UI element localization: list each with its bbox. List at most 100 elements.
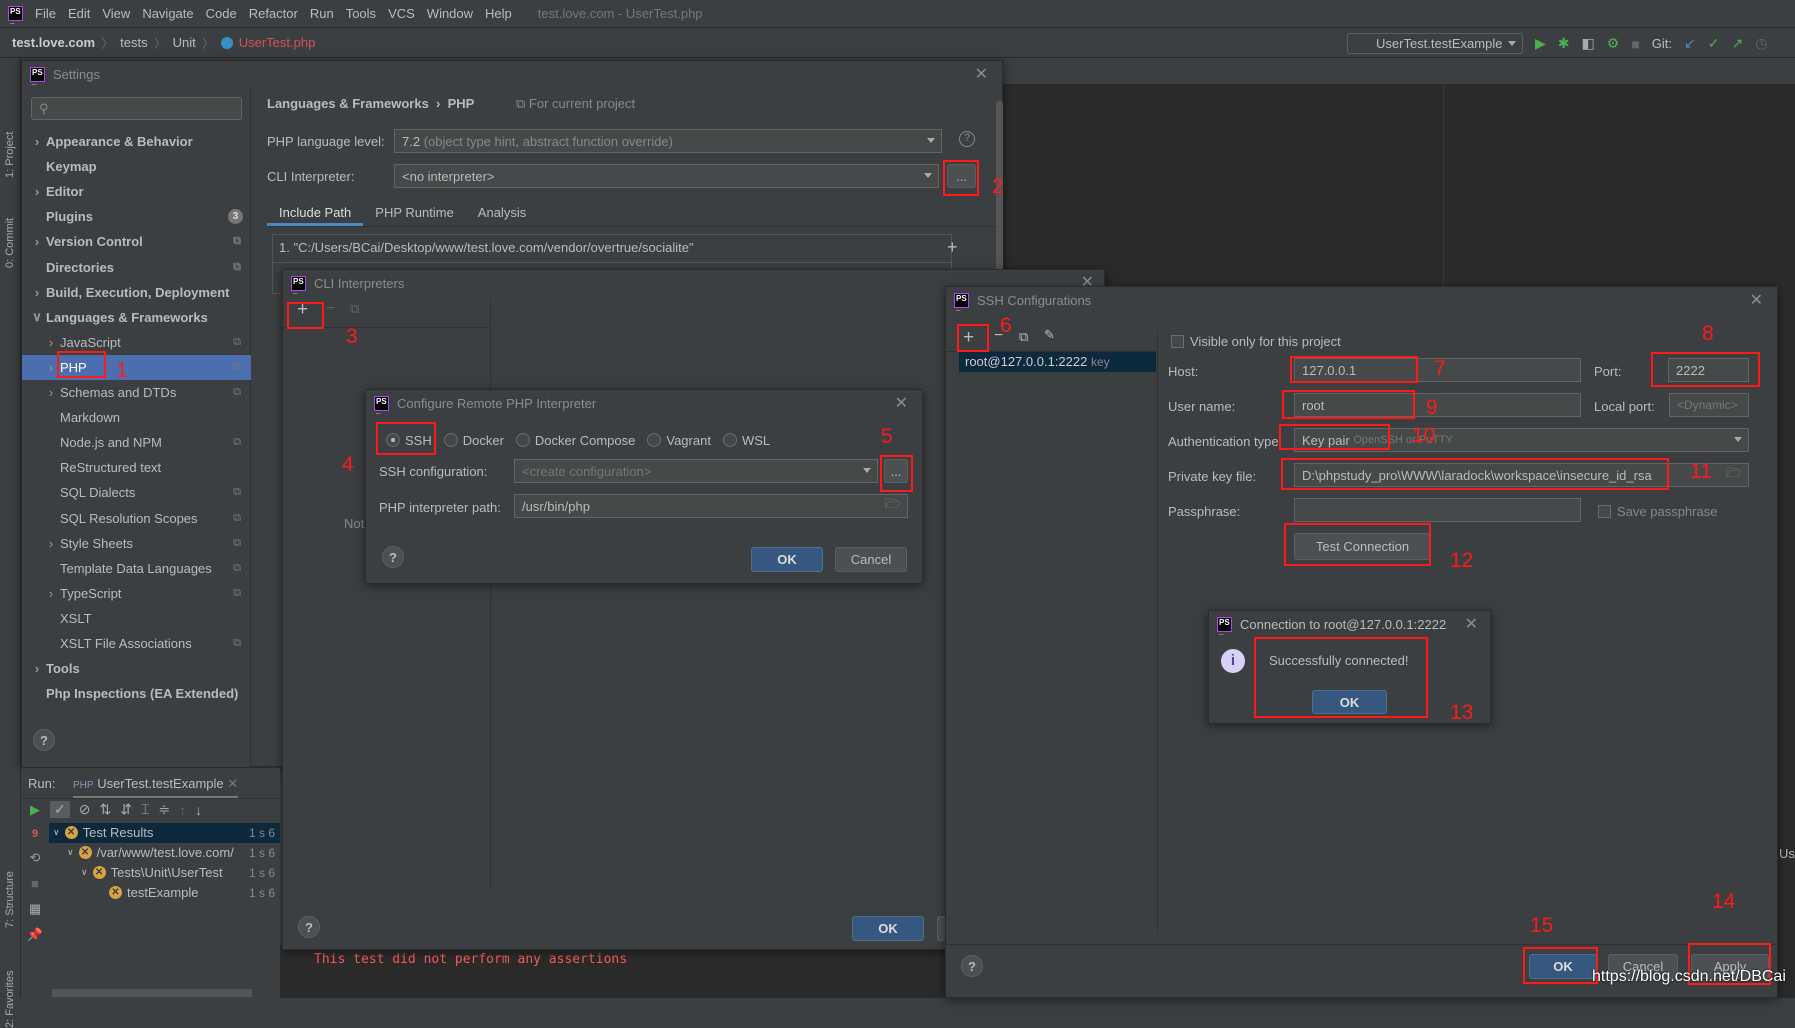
radio-wsl[interactable]: WSL (722, 433, 770, 448)
breadcrumb-unit[interactable]: Unit (173, 35, 196, 50)
php-interpreter-path-input[interactable]: /usr/bin/php 🗁 (514, 494, 908, 518)
tab-include-path[interactable]: Include Path (267, 201, 364, 226)
ssh-configuration-select[interactable]: <create configuration> (514, 459, 878, 483)
menu-refactor[interactable]: Refactor (249, 6, 298, 21)
save-passphrase-checkbox[interactable]: Save passphrase (1598, 504, 1717, 519)
pin-icon[interactable]: 📌 (27, 927, 43, 943)
php-language-level-select[interactable]: 7.2 (object type hint, abstract function… (394, 129, 942, 153)
sidebar-item-php-inspections-ea-extended-[interactable]: Php Inspections (EA Extended) (22, 681, 251, 706)
sidebar-item-xslt[interactable]: XSLT (22, 606, 251, 631)
sidebar-item-sql-dialects[interactable]: SQL Dialects ⧉ (22, 480, 251, 505)
sidebar-item-editor[interactable]: › Editor (22, 179, 251, 204)
sidebar-item-sql-resolution-scopes[interactable]: SQL Resolution Scopes ⧉ (22, 506, 251, 531)
tree-row[interactable]: ✕ testExample (109, 885, 199, 900)
help-button[interactable]: ? (33, 729, 55, 751)
menu-help[interactable]: Help (485, 6, 512, 21)
sidebar-item-restructured-text[interactable]: ReStructured text (22, 455, 251, 480)
menu-file[interactable]: File (35, 6, 56, 21)
debug-icon[interactable]: ✱ (1558, 35, 1570, 52)
help-icon[interactable]: ? (959, 131, 975, 147)
add-path-icon[interactable]: + (947, 237, 958, 258)
menu-vcs[interactable]: VCS (388, 6, 415, 21)
sidebar-item-node-js-and-npm[interactable]: Node.js and NPM ⧉ (22, 430, 251, 455)
layout-icon[interactable]: ▦ (29, 901, 41, 917)
help-button[interactable]: ? (382, 546, 404, 568)
radio-docker[interactable]: Docker (443, 433, 504, 448)
show-ignored-icon[interactable]: ⊘ (79, 801, 91, 818)
sidebar-item-appearance-behavior[interactable]: › Appearance & Behavior (22, 129, 251, 154)
menu-run[interactable]: Run (310, 6, 334, 21)
sidebar-item-languages-frameworks[interactable]: ∨ Languages & Frameworks (22, 305, 251, 330)
project-tool-tab[interactable]: 1: Project (4, 132, 16, 178)
run-tab[interactable]: PHP UserTest.testExample ✕ (73, 776, 239, 798)
ok-button[interactable]: OK (852, 916, 924, 941)
breadcrumb-project[interactable]: test.love.com (12, 35, 95, 50)
sort-duration-icon[interactable]: ⇵ (120, 801, 132, 818)
menu-navigate[interactable]: Navigate (142, 6, 193, 21)
horizontal-scrollbar[interactable] (52, 989, 252, 997)
sidebar-item-tools[interactable]: › Tools (22, 656, 251, 681)
show-passed-icon[interactable]: ✓ (50, 801, 70, 818)
help-button[interactable]: ? (298, 916, 320, 938)
edit-configuration-icon[interactable]: ✎ (1044, 327, 1055, 343)
local-port-input[interactable]: <Dynamic> (1669, 393, 1749, 417)
run-config-select[interactable]: UserTest.testExample (1347, 33, 1523, 54)
tab-analysis[interactable]: Analysis (466, 201, 538, 226)
passphrase-input[interactable] (1294, 498, 1581, 522)
previous-icon[interactable]: ↑ (179, 802, 186, 818)
commit-tool-tab[interactable]: 0: Commit (4, 218, 16, 268)
collapse-all-icon[interactable]: ≑ (158, 801, 170, 818)
rerun-failed-icon[interactable]: 9 (32, 828, 38, 840)
close-icon[interactable]: ✕ (1465, 614, 1478, 634)
profile-icon[interactable]: ⚙ (1607, 35, 1620, 52)
tree-row[interactable]: ∨ ✕ Tests\Unit\UserTest (81, 865, 223, 880)
next-icon[interactable]: ↓ (195, 802, 202, 818)
close-icon[interactable]: ✕ (975, 64, 988, 84)
rerun-icon[interactable]: ▶ (30, 802, 40, 818)
sidebar-item-style-sheets[interactable]: › Style Sheets ⧉ (22, 531, 251, 556)
git-commit-icon[interactable]: ✓ (1708, 35, 1720, 52)
close-icon[interactable]: ✕ (895, 393, 908, 413)
stop-icon[interactable]: ■ (1631, 36, 1639, 52)
cancel-button[interactable]: Cancel (835, 547, 907, 572)
visible-only-checkbox[interactable]: Visible only for this project (1171, 334, 1341, 349)
breadcrumb-tests[interactable]: tests (120, 35, 147, 50)
tree-row[interactable]: ∨ ✕ Test Results (53, 825, 153, 840)
run-icon[interactable]: ▶ (1535, 35, 1546, 52)
close-icon[interactable]: ✕ (1750, 290, 1763, 310)
stop-icon[interactable]: ■ (31, 876, 39, 891)
ok-button[interactable]: OK (751, 547, 823, 572)
sidebar-item-schemas-and-dtds[interactable]: › Schemas and DTDs ⧉ (22, 380, 251, 405)
sidebar-item-build-execution-deployment[interactable]: › Build, Execution, Deployment (22, 280, 251, 305)
menu-tools[interactable]: Tools (346, 6, 376, 21)
sidebar-item-plugins[interactable]: Plugins 3 (22, 204, 251, 229)
history-icon[interactable]: ◷ (1755, 35, 1767, 52)
menu-view[interactable]: View (102, 6, 130, 21)
ssh-configuration-list-item[interactable]: root@127.0.0.1:2222 key (959, 352, 1156, 372)
include-path-item[interactable]: 1. "C:/Users/BCai/Desktop/www/test.love.… (273, 235, 951, 263)
sidebar-item-keymap[interactable]: Keymap (22, 154, 251, 179)
toggle-auto-test-icon[interactable]: ⟲ (30, 850, 41, 866)
sidebar-item-typescript[interactable]: › TypeScript ⧉ (22, 581, 251, 606)
coverage-icon[interactable]: ◧ (1582, 35, 1595, 52)
help-button[interactable]: ? (961, 955, 983, 977)
git-update-icon[interactable]: ↙ (1684, 35, 1696, 52)
cli-interpreter-select[interactable]: <no interpreter> (394, 164, 939, 188)
radio-docker-compose[interactable]: Docker Compose (515, 433, 635, 448)
menu-code[interactable]: Code (206, 6, 237, 21)
sidebar-item-markdown[interactable]: Markdown (22, 405, 251, 430)
settings-search-input[interactable]: ⚲ (31, 97, 242, 120)
menu-window[interactable]: Window (427, 6, 473, 21)
expand-all-icon[interactable]: ⌶ (141, 801, 149, 818)
git-push-icon[interactable]: ↗ (1731, 35, 1743, 52)
menu-edit[interactable]: Edit (68, 6, 90, 21)
sidebar-item-xslt-file-associations[interactable]: XSLT File Associations ⧉ (22, 631, 251, 656)
tree-row[interactable]: ∨ ✕/var/www/test.love.com/ (67, 845, 234, 860)
sidebar-item-directories[interactable]: Directories ⧉ (22, 255, 251, 280)
radio-vagrant[interactable]: Vagrant (647, 433, 711, 448)
structure-tool-tab[interactable]: 7: Structure (4, 871, 16, 928)
breadcrumb-file[interactable]: UserTest.php (239, 35, 316, 50)
favorites-tool-tab[interactable]: 2: Favorites (4, 971, 16, 1028)
copy-configuration-icon[interactable]: ⧉ (1019, 329, 1028, 345)
sidebar-item-version-control[interactable]: › Version Control ⧉ (22, 229, 251, 254)
